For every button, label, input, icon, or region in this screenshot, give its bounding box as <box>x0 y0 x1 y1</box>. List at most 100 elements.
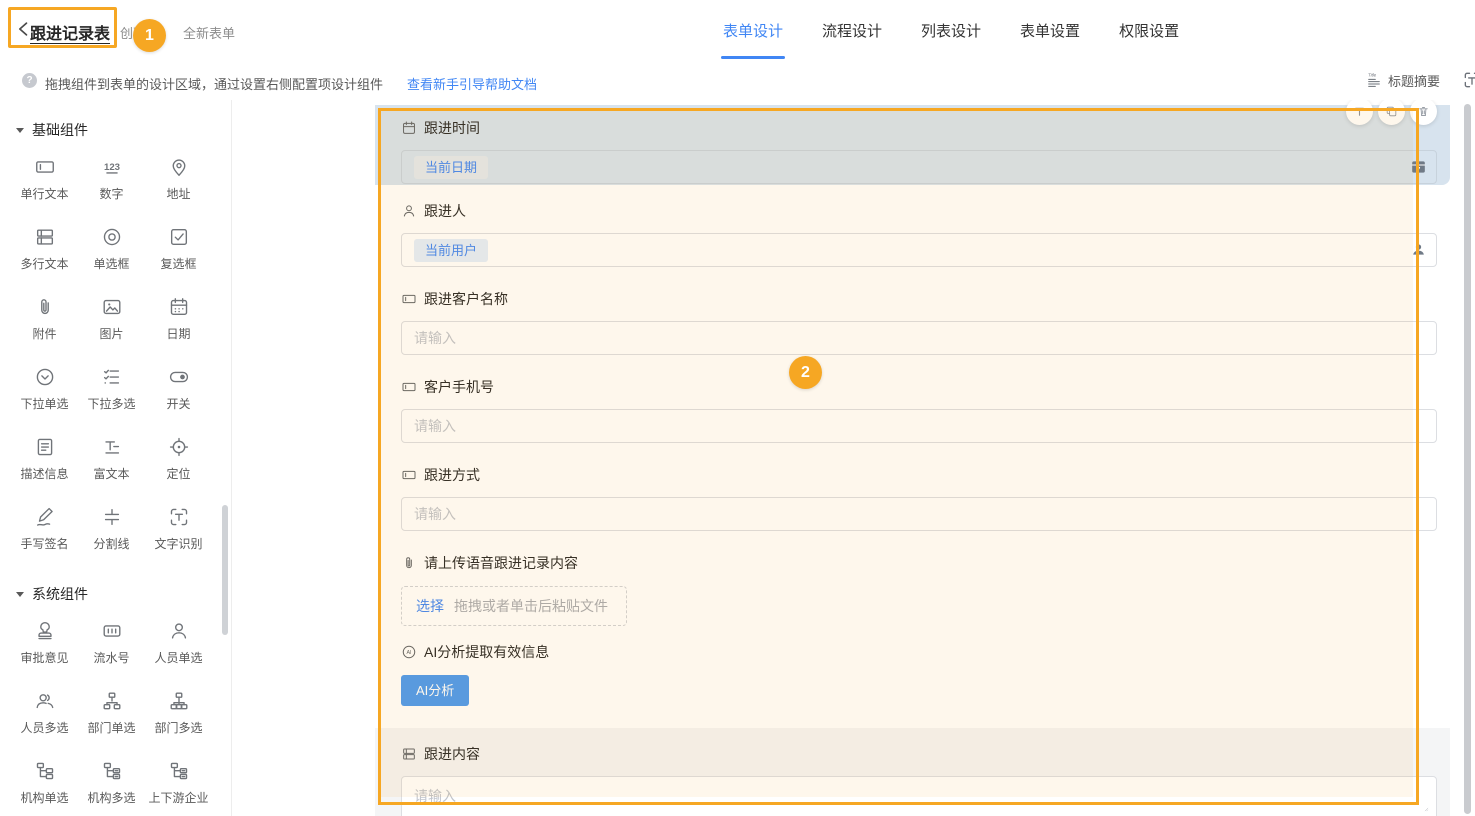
section-title-label: 系统组件 <box>32 584 88 604</box>
field-label-text: 跟进客户名称 <box>424 289 508 309</box>
form-field-follow-content[interactable]: 跟进内容请输入 <box>375 728 1450 816</box>
component-select-single[interactable]: 下拉单选 <box>11 354 78 424</box>
field-label-text: 请上传语音跟进记录内容 <box>424 553 578 573</box>
component-select-multi[interactable]: 下拉多选 <box>78 354 145 424</box>
field-multi-text-icon <box>401 746 417 762</box>
component-org-single[interactable]: 机构单选 <box>11 748 78 816</box>
upload-select-button[interactable]: 选择 <box>416 596 444 616</box>
field-input-follow-method[interactable]: 请输入 <box>401 497 1437 531</box>
value-tag[interactable]: 当前用户 <box>414 239 488 262</box>
component-divider[interactable]: 分割线 <box>78 494 145 564</box>
component-description[interactable]: 描述信息 <box>11 424 78 494</box>
component-attachment[interactable]: 附件 <box>11 284 78 354</box>
component-label: 描述信息 <box>20 465 68 482</box>
component-label: 数字 <box>99 185 123 202</box>
component-org-multi[interactable]: 机构多选 <box>78 748 145 816</box>
resize-handle-icon[interactable] <box>1424 807 1434 816</box>
field-label-follow-content: 跟进内容 <box>401 744 1437 764</box>
drag-tip-text: 拖拽组件到表单的设计区域，通过设置右侧配置项设计组件 <box>45 74 383 93</box>
tab-表单设计[interactable]: 表单设计 <box>722 0 784 60</box>
form-field-ai-analyze[interactable]: AI AI分析提取有效信息 AI分析 <box>375 626 1450 714</box>
calendar-7-icon[interactable]: 7 <box>1410 159 1427 175</box>
component-image[interactable]: 图片 <box>78 284 145 354</box>
form-field-follow-method[interactable]: 跟进方式请输入 <box>375 449 1450 537</box>
component-date[interactable]: 日期 <box>145 284 212 354</box>
component-checkbox-icon <box>168 226 190 248</box>
component-label: 手写签名 <box>20 535 68 552</box>
component-grid: 审批意见流水号人员单选人员多选部门单选部门多选机构单选机构多选上下游企业 <box>0 608 231 816</box>
component-single-text-icon <box>34 156 56 178</box>
section-title-基础组件[interactable]: 基础组件 <box>16 120 231 140</box>
collapse-arrow-icon <box>16 128 24 133</box>
form-field-follow-person[interactable]: 跟进人当前用户 <box>375 185 1450 273</box>
file-upload-area[interactable]: 选择拖拽或者单击后粘贴文件 <box>401 586 627 626</box>
designer-tabs: 表单设计流程设计列表设计表单设置权限设置 <box>722 0 1180 60</box>
component-stamp-icon <box>34 620 56 642</box>
component-image-icon <box>101 296 123 318</box>
component-serial[interactable]: 流水号 <box>78 608 145 678</box>
value-tag[interactable]: 当前日期 <box>414 156 488 179</box>
component-ocr[interactable]: 文字识别 <box>145 494 212 564</box>
component-switch[interactable]: 开关 <box>145 354 212 424</box>
field-input-customer-phone[interactable]: 请输入 <box>401 409 1437 443</box>
component-number[interactable]: 123 数字 <box>78 144 145 214</box>
component-person-single[interactable]: 人员单选 <box>145 608 212 678</box>
component-label: 单选框 <box>93 255 129 272</box>
component-locate[interactable]: 定位 <box>145 424 212 494</box>
component-description-icon <box>34 436 56 458</box>
field-input-follow-time[interactable]: 当前日期 7 <box>401 150 1437 184</box>
tab-列表设计[interactable]: 列表设计 <box>920 0 982 60</box>
section-title-系统组件[interactable]: 系统组件 <box>16 584 231 604</box>
component-switch-icon <box>168 366 190 388</box>
component-single-text[interactable]: 单行文本 <box>11 144 78 214</box>
form-field-follow-time[interactable]: 跟进时间当前日期7 <box>375 105 1450 185</box>
field-input-customer-name[interactable]: 请输入 <box>401 321 1437 355</box>
form-field-customer-phone[interactable]: 客户手机号请输入 <box>375 361 1450 449</box>
field-single-text-icon <box>401 467 417 483</box>
component-dept-single-icon <box>101 690 123 712</box>
title-summary-button[interactable]: Title 标题摘要 <box>1366 60 1440 100</box>
field-label-text: AI分析提取有效信息 <box>424 642 549 662</box>
svg-text:123: 123 <box>103 162 119 173</box>
field-label-follow-method: 跟进方式 <box>401 465 1437 485</box>
field-label-text: 客户手机号 <box>424 377 494 397</box>
component-label: 文字识别 <box>154 535 202 552</box>
tab-表单设置[interactable]: 表单设置 <box>1019 0 1081 60</box>
tab-权限设置[interactable]: 权限设置 <box>1118 0 1180 60</box>
component-label: 部门多选 <box>154 719 202 736</box>
person-fill-icon[interactable] <box>1410 242 1427 258</box>
field-label-text: 跟进内容 <box>424 744 480 764</box>
component-multi-text[interactable]: 多行文本 <box>11 214 78 284</box>
component-stamp[interactable]: 审批意见 <box>11 608 78 678</box>
component-radio[interactable]: 单选框 <box>78 214 145 284</box>
component-label: 人员单选 <box>154 649 202 666</box>
field-textarea-follow-content[interactable]: 请输入 <box>401 776 1437 816</box>
component-label: 下拉单选 <box>20 395 68 412</box>
field-person-icon <box>401 203 417 219</box>
component-address[interactable]: 地址 <box>145 144 212 214</box>
component-checkbox[interactable]: 复选框 <box>145 214 212 284</box>
canvas-scrollbar[interactable] <box>1464 104 1471 814</box>
copy-icon <box>1385 105 1398 118</box>
form-field-voice-upload[interactable]: 请上传语音跟进记录内容选择拖拽或者单击后粘贴文件 <box>375 537 1450 626</box>
title-summary-label: 标题摘要 <box>1388 71 1440 90</box>
field-ai-circle-icon: AI <box>401 644 417 660</box>
ai-analyze-button[interactable]: AI分析 <box>401 675 469 706</box>
field-label-customer-name: 跟进客户名称 <box>401 289 1437 309</box>
component-person-multi[interactable]: 人员多选 <box>11 678 78 748</box>
clipped-edge-icon[interactable] <box>1462 70 1475 90</box>
guide-doc-link[interactable]: 查看新手引导帮助文档 <box>407 74 537 93</box>
sidebar-scrollbar[interactable] <box>222 505 228 635</box>
component-label: 下拉多选 <box>87 395 135 412</box>
tab-流程设计[interactable]: 流程设计 <box>821 0 883 60</box>
form-title[interactable]: 跟进记录表 <box>30 20 110 44</box>
component-signature[interactable]: 手写签名 <box>11 494 78 564</box>
component-dept-single[interactable]: 部门单选 <box>78 678 145 748</box>
component-org-updown[interactable]: 上下游企业 <box>145 748 212 816</box>
question-circle-icon: ? <box>22 73 37 88</box>
component-rich-text[interactable]: 富文本 <box>78 424 145 494</box>
field-input-follow-person[interactable]: 当前用户 <box>401 233 1437 267</box>
component-dept-multi[interactable]: 部门多选 <box>145 678 212 748</box>
component-label: 图片 <box>99 325 123 342</box>
form-field-customer-name[interactable]: 跟进客户名称请输入 <box>375 273 1450 361</box>
